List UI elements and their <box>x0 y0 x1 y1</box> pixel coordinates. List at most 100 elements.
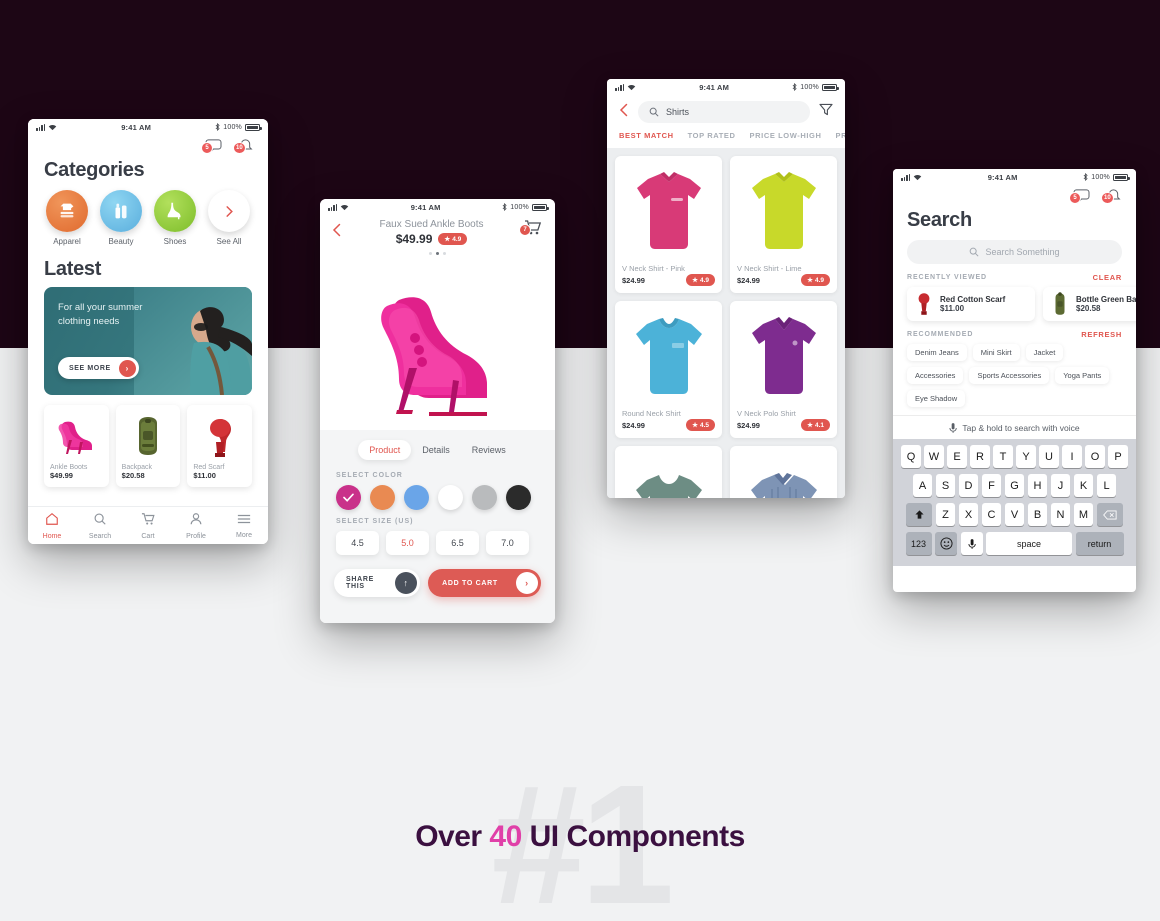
key-m[interactable]: M <box>1073 503 1094 526</box>
result-card[interactable]: V Neck Polo Shirt $24.99 ★ 4.1 <box>730 301 837 438</box>
filter-button[interactable] <box>819 103 833 121</box>
result-card[interactable]: V Neck Shirt - Pink $24.99 ★ 4.9 <box>615 156 722 293</box>
share-this-button[interactable]: SHARE THIS ↑ <box>334 569 421 597</box>
battery-icon <box>1113 173 1130 181</box>
chip-accessories[interactable]: Accessories <box>907 367 964 384</box>
keyboard-row-3: Z X C V B N M <box>896 503 1133 526</box>
key-z[interactable]: Z <box>935 503 956 526</box>
add-to-cart-label: ADD TO CART <box>442 579 498 587</box>
emoji-icon[interactable] <box>935 532 957 555</box>
result-card[interactable] <box>730 446 837 498</box>
tab-cart[interactable]: Cart <box>124 512 172 540</box>
color-swatch-black[interactable] <box>506 485 531 510</box>
key-x[interactable]: X <box>958 503 979 526</box>
result-card[interactable]: V Neck Shirt - Lime $24.99 ★ 4.9 <box>730 156 837 293</box>
color-swatch-blue[interactable] <box>404 485 429 510</box>
search-input[interactable]: Shirts <box>638 101 810 123</box>
bell-icon[interactable]: 10 <box>233 139 254 157</box>
category-item-see-all[interactable]: See All <box>206 190 252 246</box>
chip-yoga-pants[interactable]: Yoga Pants <box>1055 367 1110 384</box>
sort-price-low-high[interactable]: PRICE LOW-HIGH <box>750 131 822 140</box>
color-swatch-grey[interactable] <box>472 485 497 510</box>
chat-bubble-icon[interactable]: 5 <box>201 139 222 157</box>
microphone-icon[interactable] <box>960 532 983 555</box>
key-c[interactable]: C <box>981 503 1002 526</box>
key-y[interactable]: Y <box>1016 445 1036 468</box>
add-to-cart-button[interactable]: ADD TO CART › <box>428 569 541 597</box>
tab-details[interactable]: Details <box>411 440 461 460</box>
key-a[interactable]: A <box>912 474 933 497</box>
category-item-shoes[interactable]: Shoes <box>152 190 198 246</box>
recently-viewed-item[interactable]: Red Cotton Scarf $11.00 <box>907 287 1035 321</box>
clear-button[interactable]: CLEAR <box>1093 273 1122 282</box>
key-b[interactable]: B <box>1027 503 1048 526</box>
key-k[interactable]: K <box>1073 474 1094 497</box>
tab-search[interactable]: Search <box>76 512 124 540</box>
key-e[interactable]: E <box>947 445 967 468</box>
bell-icon[interactable]: 10 <box>1101 189 1122 207</box>
backspace-icon[interactable] <box>1096 503 1123 526</box>
key-r[interactable]: R <box>970 445 990 468</box>
sort-top-rated[interactable]: TOP RATED <box>688 131 736 140</box>
apparel-icon <box>46 190 88 232</box>
size-option-selected[interactable]: 5.0 <box>386 531 429 555</box>
back-button[interactable] <box>619 103 629 122</box>
color-swatch-white[interactable] <box>438 485 463 510</box>
color-swatch-orange[interactable] <box>370 485 395 510</box>
result-card[interactable]: Round Neck Shirt $24.99 ★ 4.5 <box>615 301 722 438</box>
category-item-apparel[interactable]: Apparel <box>44 190 90 246</box>
bluetooth-icon <box>1083 173 1088 181</box>
chip-jacket[interactable]: Jacket <box>1025 344 1064 361</box>
key-s[interactable]: S <box>935 474 956 497</box>
back-button[interactable] <box>332 219 342 242</box>
size-option[interactable]: 6.5 <box>436 531 479 555</box>
key-space[interactable]: space <box>986 532 1072 555</box>
tab-product[interactable]: Product <box>358 440 412 460</box>
product-card[interactable]: Ankle Boots $49.99 <box>44 405 109 487</box>
product-card[interactable]: Backpack $20.58 <box>115 405 181 487</box>
shift-icon[interactable] <box>906 503 933 526</box>
key-h[interactable]: H <box>1027 474 1048 497</box>
chip-eye-shadow[interactable]: Eye Shadow <box>907 390 966 407</box>
key-v[interactable]: V <box>1004 503 1025 526</box>
result-card[interactable] <box>615 446 722 498</box>
chip-mini-skirt[interactable]: Mini Skirt <box>972 344 1020 361</box>
refresh-button[interactable]: REFRESH <box>1081 330 1122 339</box>
key-i[interactable]: I <box>1062 445 1082 468</box>
sort-price[interactable]: PRICE <box>836 131 845 140</box>
tab-home[interactable]: Home <box>28 512 76 540</box>
tab-profile[interactable]: Profile <box>172 512 220 540</box>
chip-denim-jeans[interactable]: Denim Jeans <box>907 344 967 361</box>
key-u[interactable]: U <box>1039 445 1059 468</box>
tab-more[interactable]: More <box>220 512 268 539</box>
category-item-beauty[interactable]: Beauty <box>98 190 144 246</box>
key-return[interactable]: return <box>1075 532 1124 555</box>
color-swatch-magenta[interactable] <box>336 485 361 510</box>
product-card[interactable]: Red Scarf $11.00 <box>187 405 253 487</box>
cart-button[interactable]: 7 <box>519 219 543 239</box>
product-hero-image <box>320 255 555 430</box>
key-n[interactable]: N <box>1050 503 1071 526</box>
tab-reviews[interactable]: Reviews <box>461 440 517 460</box>
chat-bubble-icon[interactable]: 5 <box>1069 189 1090 207</box>
size-option[interactable]: 7.0 <box>486 531 529 555</box>
key-f[interactable]: F <box>981 474 1002 497</box>
key-d[interactable]: D <box>958 474 979 497</box>
key-o[interactable]: O <box>1085 445 1105 468</box>
key-t[interactable]: T <box>993 445 1013 468</box>
key-q[interactable]: Q <box>901 445 921 468</box>
share-arrow-up-icon: ↑ <box>395 572 418 594</box>
key-l[interactable]: L <box>1096 474 1117 497</box>
key-g[interactable]: G <box>1004 474 1025 497</box>
size-option[interactable]: 4.5 <box>336 531 379 555</box>
recently-viewed-item[interactable]: Bottle Green Ba $20.58 <box>1043 287 1136 321</box>
chip-sports-accessories[interactable]: Sports Accessories <box>969 367 1050 384</box>
key-j[interactable]: J <box>1050 474 1071 497</box>
promo-banner[interactable]: For all your summer clothing needs SEE M… <box>44 287 252 395</box>
search-input[interactable]: Search Something <box>907 240 1122 264</box>
key-numbers[interactable]: 123 <box>905 532 932 555</box>
sort-best-match[interactable]: BEST MATCH <box>619 131 674 140</box>
voice-search-hint[interactable]: Tap & hold to search with voice <box>893 415 1136 439</box>
key-p[interactable]: P <box>1108 445 1128 468</box>
key-w[interactable]: W <box>924 445 944 468</box>
